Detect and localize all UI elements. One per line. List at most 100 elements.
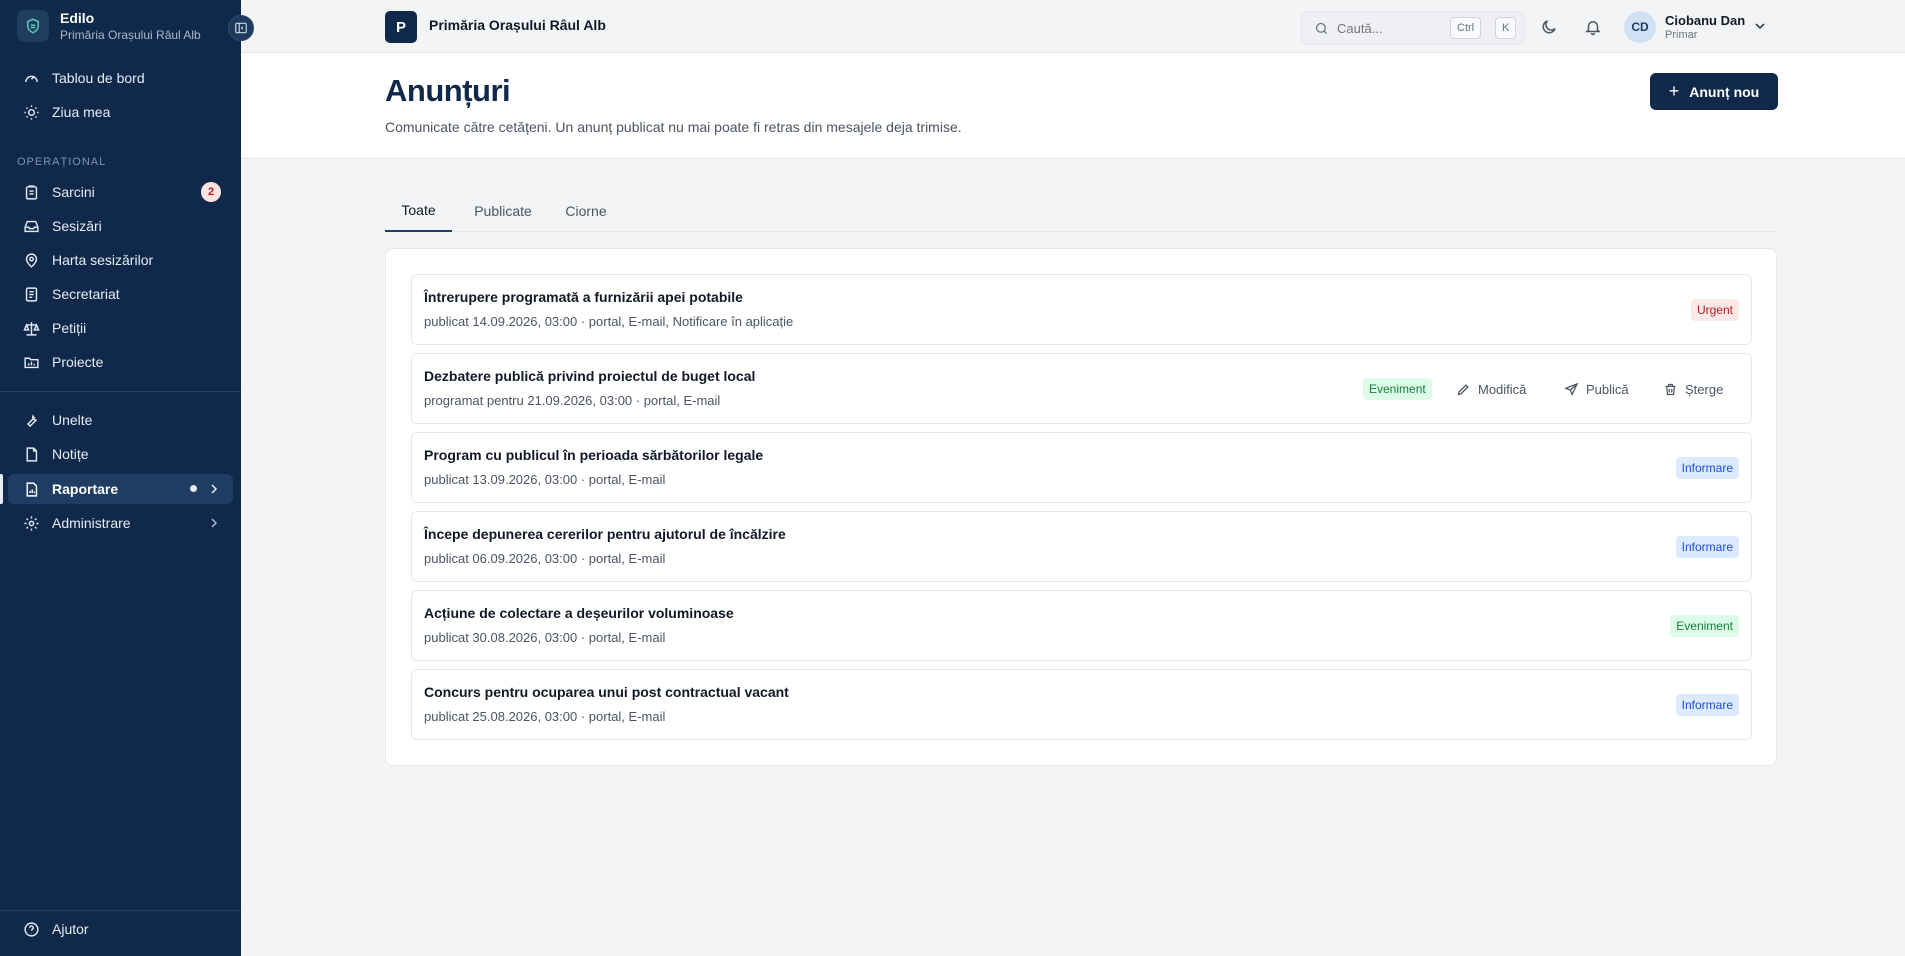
status-badge: Eveniment xyxy=(1363,378,1432,400)
sidebar-item-reports[interactable]: Sesizări xyxy=(8,211,233,241)
trash-icon xyxy=(1665,383,1676,395)
clipboard-icon xyxy=(22,183,40,201)
list-item[interactable]: Începe depunerea cererilor pentru ajutor… xyxy=(411,511,1752,582)
sidebar-item-label: Petiții xyxy=(52,320,87,336)
wrench-icon xyxy=(22,411,40,429)
list-item[interactable]: Acțiune de colectare a deșeurilor volumi… xyxy=(411,590,1752,661)
announcement-title: Începe depunerea cererilor pentru ajutor… xyxy=(424,526,786,542)
bell-icon xyxy=(1585,21,1601,36)
sidebar-item-label: Harta sesizărilor xyxy=(52,252,154,268)
kbd-k: K xyxy=(1495,17,1517,39)
list-item[interactable]: Întrerupere programată a furnizării apei… xyxy=(411,274,1752,345)
moon-icon xyxy=(1542,20,1556,34)
sidebar-item-reporting[interactable]: Raportare xyxy=(8,474,233,504)
panel-collapse-icon xyxy=(235,22,247,34)
publish-button[interactable]: Publică xyxy=(1564,377,1629,401)
report-icon xyxy=(22,480,40,498)
edit-button[interactable]: Modifică xyxy=(1456,377,1526,401)
page-description: Comunicate către cetățeni. Un anunț publ… xyxy=(385,119,962,135)
sidebar-item-help[interactable]: Ajutor xyxy=(8,914,233,944)
sidebar-item-petitions[interactable]: Petiții xyxy=(8,313,233,343)
page-header: Anunțuri Comunicate către cetățeni. Un a… xyxy=(241,53,1905,159)
document-icon xyxy=(22,285,40,303)
new-announcement-label: Anunț nou xyxy=(1689,83,1760,100)
note-icon xyxy=(22,445,40,463)
sidebar-item-label: Raportare xyxy=(52,481,119,497)
announcement-title: Întrerupere programată a furnizării apei… xyxy=(424,289,743,305)
announcement-meta: publicat 25.08.2026, 03:00 · portal, E-m… xyxy=(424,709,666,724)
active-indicator xyxy=(0,474,3,504)
help-circle-icon xyxy=(22,920,40,938)
announcement-meta: publicat 14.09.2026, 03:00 · portal, E-m… xyxy=(424,314,794,329)
status-badge: Informare xyxy=(1675,536,1739,558)
new-announcement-button[interactable]: + Anunț nou xyxy=(1650,73,1778,110)
sidebar-item-administration[interactable]: Administrare xyxy=(8,508,233,538)
announcement-title: Program cu publicul în perioada sărbător… xyxy=(424,447,764,463)
list-item[interactable]: Program cu publicul în perioada sărbător… xyxy=(411,432,1752,503)
pencil-icon xyxy=(1457,383,1469,395)
chevron-right-icon xyxy=(211,518,218,528)
gear-icon xyxy=(22,514,40,532)
sidebar-item-label: Tablou de bord xyxy=(52,70,145,86)
brand-subtitle: Primăria Orașului Râul Alb xyxy=(60,28,201,42)
sidebar-item-label: Proiecte xyxy=(52,354,104,370)
status-badge: Eveniment xyxy=(1670,615,1739,637)
tab-all[interactable]: Toate xyxy=(385,190,452,232)
announcement-meta: programat pentru 21.09.2026, 03:00 · por… xyxy=(424,393,721,408)
status-badge: Informare xyxy=(1675,694,1739,716)
sidebar-item-my-day[interactable]: Ziua mea xyxy=(8,97,233,127)
tab-drafts[interactable]: Ciorne xyxy=(555,190,617,232)
theme-toggle-button[interactable] xyxy=(1538,16,1560,38)
brand[interactable]: Edilo Primăria Orașului Râul Alb xyxy=(0,0,241,52)
section-label: OPERAȚIONAL xyxy=(17,156,107,168)
page-title: Anunțuri xyxy=(385,73,511,108)
chevron-right-icon xyxy=(211,484,218,494)
sidebar-item-tasks[interactable]: Sarcini 2 xyxy=(8,177,233,207)
divider xyxy=(0,391,241,392)
publish-label: Publică xyxy=(1586,381,1629,397)
plus-icon: + xyxy=(1668,81,1680,101)
topbar: P Primăria Orașului Râul Alb Ctrl K CD C… xyxy=(241,0,1905,53)
list-item[interactable]: Concurs pentru ocuparea unui post contra… xyxy=(411,669,1752,740)
inbox-icon xyxy=(22,217,40,235)
tab-published[interactable]: Publicate xyxy=(462,190,544,232)
announcement-title: Dezbatere publică privind proiectul de b… xyxy=(424,368,756,384)
sidebar-item-label: Administrare xyxy=(52,515,131,531)
sidebar-item-notes[interactable]: Notițe xyxy=(8,439,233,469)
chevron-down-icon[interactable] xyxy=(1754,20,1766,32)
delete-label: Șterge xyxy=(1685,381,1724,397)
announcement-meta: publicat 30.08.2026, 03:00 · portal, E-m… xyxy=(424,630,666,645)
edit-label: Modifică xyxy=(1478,381,1527,397)
send-icon xyxy=(1564,382,1579,396)
notifications-button[interactable] xyxy=(1582,16,1604,38)
sidebar-item-secretariat[interactable]: Secretariat xyxy=(8,279,233,309)
sidebar-item-label: Ziua mea xyxy=(52,104,111,120)
sidebar-item-projects[interactable]: Proiecte xyxy=(8,347,233,377)
avatar[interactable]: CD xyxy=(1624,11,1656,43)
search-input[interactable] xyxy=(1337,20,1447,36)
search-box[interactable]: Ctrl K xyxy=(1301,11,1525,45)
sidebar-item-map[interactable]: Harta sesizărilor xyxy=(8,245,233,275)
list-item[interactable]: Dezbatere publică privind proiectul de b… xyxy=(411,353,1752,424)
sidebar-item-label: Notițe xyxy=(52,446,89,462)
sidebar-collapse-button[interactable] xyxy=(228,15,254,41)
org-name: Primăria Orașului Râul Alb xyxy=(429,17,606,33)
status-badge: Urgent xyxy=(1690,299,1739,321)
tabs: Toate Publicate Ciorne xyxy=(385,190,1777,232)
scale-icon xyxy=(22,319,40,337)
kbd-ctrl: Ctrl xyxy=(1450,17,1482,39)
sidebar-item-label: Sarcini xyxy=(52,184,95,200)
sidebar-item-dashboard[interactable]: Tablou de bord xyxy=(8,63,233,93)
sidebar-item-label: Sesizări xyxy=(52,218,102,234)
org-badge: P xyxy=(385,11,417,43)
status-badge: Informare xyxy=(1675,457,1739,479)
sidebar-item-tools[interactable]: Unelte xyxy=(8,405,233,435)
announcement-meta: publicat 13.09.2026, 03:00 · portal, E-m… xyxy=(424,472,666,487)
announcement-title: Acțiune de colectare a deșeurilor volumi… xyxy=(424,605,734,621)
user-role: Primar xyxy=(1665,29,1698,41)
map-pin-icon xyxy=(22,251,40,269)
announcement-title: Concurs pentru ocuparea unui post contra… xyxy=(424,684,789,700)
delete-button[interactable]: Șterge xyxy=(1663,377,1723,401)
user-name[interactable]: Ciobanu Dan xyxy=(1665,13,1745,28)
announcement-meta: publicat 06.09.2026, 03:00 · portal, E-m… xyxy=(424,551,666,566)
